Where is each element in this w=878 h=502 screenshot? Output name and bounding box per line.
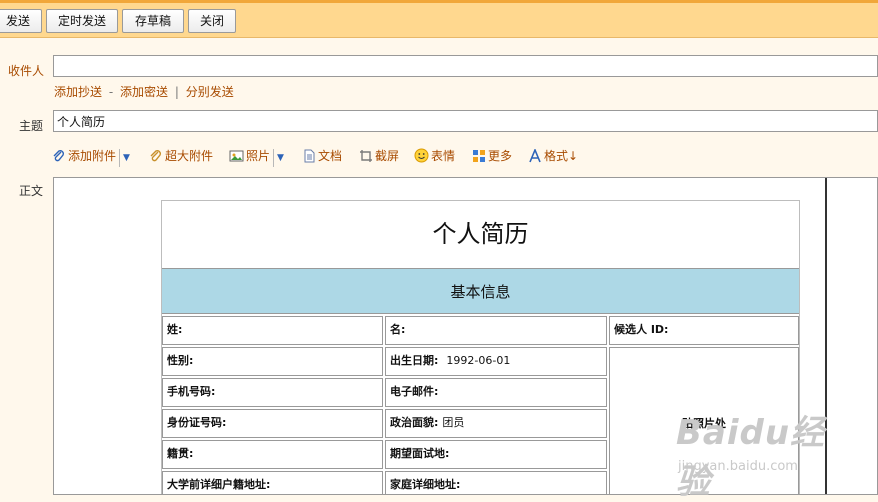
gender-label: 性别: xyxy=(167,354,194,367)
emoji-tool[interactable]: 表情 xyxy=(414,147,455,165)
save-draft-button[interactable]: 存草稿 xyxy=(122,9,184,33)
birth-date-label: 出生日期: xyxy=(390,354,439,367)
expand-arrow-icon: ↓ xyxy=(568,149,579,163)
home-address-cell: 家庭详细地址: xyxy=(385,471,607,494)
font-format-icon xyxy=(529,147,541,163)
chevron-down-icon[interactable]: ▼ xyxy=(273,149,284,167)
watermark-brand: Baidu经验 xyxy=(676,413,826,502)
email-label: 电子邮件: xyxy=(390,385,439,398)
pre-college-address-label: 大学前详细户籍地址: xyxy=(167,478,271,491)
add-bcc-link[interactable]: 添加密送 xyxy=(120,85,168,99)
surname-cell: 姓: xyxy=(162,316,383,345)
format-tool[interactable]: 格式↓ xyxy=(528,147,578,165)
chevron-down-icon[interactable]: ▼ xyxy=(119,149,130,167)
large-attachment-tool[interactable]: 超大附件 xyxy=(149,147,213,165)
document-label: 文档 xyxy=(318,149,343,163)
birth-date-value: 1992-06-01 xyxy=(446,354,511,367)
watermark-url: jingyan.baidu.com xyxy=(678,459,798,474)
photo-icon xyxy=(229,150,244,162)
recipient-options: 添加抄送 - 添加密送 | 分别发送 xyxy=(54,83,234,100)
native-place-label: 籍贯: xyxy=(167,447,194,460)
paperclip-icon xyxy=(150,150,161,162)
expected-interview-label: 期望面试地: xyxy=(390,447,450,460)
native-place-cell: 籍贯: xyxy=(162,440,383,469)
gender-cell: 性别: xyxy=(162,347,383,376)
candidate-id-label: 候选人 ID: xyxy=(614,323,669,336)
more-tool[interactable]: 更多 xyxy=(472,147,512,165)
separate-send-link[interactable]: 分别发送 xyxy=(186,85,234,99)
expected-interview-cell: 期望面试地: xyxy=(385,440,607,469)
home-address-label: 家庭详细地址: xyxy=(390,478,461,491)
document-icon xyxy=(304,149,315,163)
send-button[interactable]: 发送 xyxy=(0,9,42,33)
body-label: 正文 xyxy=(19,184,44,198)
given-name-cell: 名: xyxy=(385,316,607,345)
political-status-cell: 政治面貌: 团员 xyxy=(385,409,607,438)
separator: - xyxy=(108,85,114,99)
mobile-cell: 手机号码: xyxy=(162,378,383,407)
add-attachment-tool[interactable]: 添加附件 ▼ xyxy=(52,147,130,167)
emoji-label: 表情 xyxy=(431,149,456,163)
email-cell: 电子邮件: xyxy=(385,378,607,407)
close-button[interactable]: 关闭 xyxy=(188,9,236,33)
birth-date-cell: 出生日期: 1992-06-01 xyxy=(385,347,607,376)
recipient-label: 收件人 xyxy=(8,64,45,78)
political-status-label: 政治面貌: xyxy=(390,416,439,429)
large-attachment-label: 超大附件 xyxy=(165,149,214,163)
grid-icon xyxy=(473,150,485,162)
recipient-input[interactable] xyxy=(53,55,878,77)
more-label: 更多 xyxy=(488,149,513,163)
compose-toolbar: 发送 定时发送 存草稿 关闭 xyxy=(0,0,878,38)
mobile-label: 手机号码: xyxy=(167,385,216,398)
section-header: 基本信息 xyxy=(162,268,799,314)
add-attachment-label: 添加附件 xyxy=(68,149,117,163)
political-status-value: 团员 xyxy=(442,416,465,429)
screenshot-tool[interactable]: 截屏 xyxy=(359,147,399,165)
candidate-id-cell: 候选人 ID: xyxy=(609,316,799,345)
document-tool[interactable]: 文档 xyxy=(303,147,342,165)
resume-title: 个人简历 xyxy=(432,220,529,248)
photo-label: 照片 xyxy=(246,149,271,163)
given-name-label: 名: xyxy=(390,323,406,336)
id-number-label: 身份证号码: xyxy=(167,416,227,429)
screenshot-icon xyxy=(360,150,372,162)
format-label: 格式 xyxy=(544,149,569,163)
subject-input[interactable] xyxy=(53,110,878,132)
pre-college-address-cell: 大学前详细户籍地址: xyxy=(162,471,383,494)
id-number-cell: 身份证号码: xyxy=(162,409,383,438)
separator: | xyxy=(174,85,179,99)
subject-label: 主题 xyxy=(19,119,44,133)
paperclip-icon xyxy=(53,150,64,162)
surname-label: 姓: xyxy=(167,323,183,336)
add-cc-link[interactable]: 添加抄送 xyxy=(54,85,102,99)
photo-tool[interactable]: 照片 ▼ xyxy=(229,147,284,167)
baidu-watermark: Baidu经验 jingyan.baidu.com xyxy=(676,405,856,502)
smiley-icon xyxy=(414,148,429,163)
screenshot-label: 截屏 xyxy=(375,149,400,163)
scheduled-send-button[interactable]: 定时发送 xyxy=(46,9,118,33)
